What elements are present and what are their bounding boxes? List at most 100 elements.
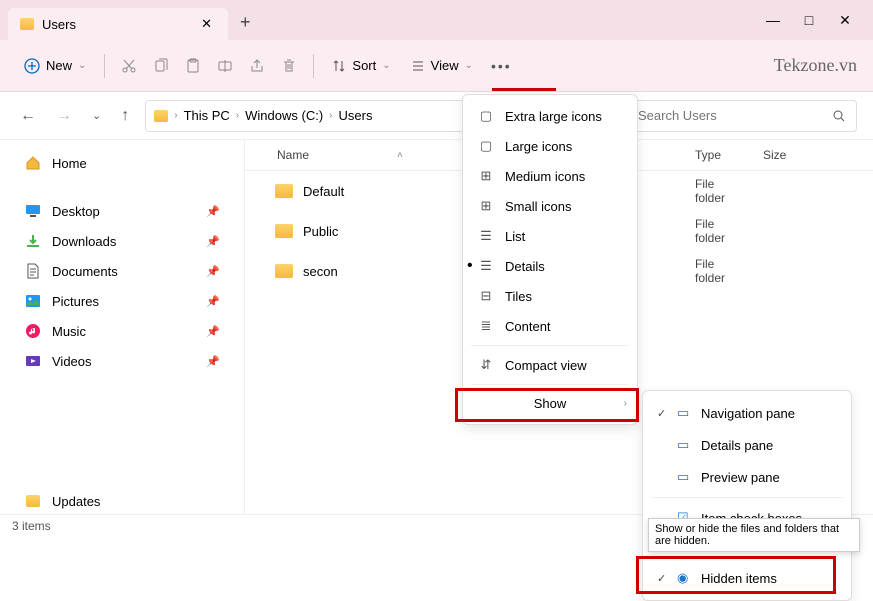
file-name: secon bbox=[303, 264, 338, 279]
title-bar: Users ✕ + — □ ✕ bbox=[0, 0, 873, 40]
music-icon bbox=[24, 322, 42, 340]
window-controls: — □ ✕ bbox=[765, 12, 873, 29]
sidebar-item-desktop[interactable]: Desktop 📌 bbox=[0, 196, 244, 226]
sidebar-item-label: Updates bbox=[52, 494, 100, 509]
item-count: 3 items bbox=[12, 519, 51, 533]
tooltip: Show or hide the files and folders that … bbox=[648, 518, 860, 552]
folder-icon bbox=[20, 18, 34, 30]
close-button[interactable]: ✕ bbox=[837, 12, 853, 29]
show-option-navigation[interactable]: ✓▭Navigation pane bbox=[643, 397, 851, 429]
home-icon bbox=[24, 154, 42, 172]
tab-title: Users bbox=[42, 17, 76, 32]
toolbar: New ⌄ Sort ⌄ View ⌄ ••• Tekzone.vn bbox=[0, 40, 873, 92]
tiles-icon: ⊟ bbox=[477, 288, 495, 304]
folder-icon bbox=[24, 492, 42, 510]
file-type: File folder bbox=[625, 257, 745, 285]
list-icon: ☰ bbox=[477, 228, 495, 244]
new-label: New bbox=[46, 58, 72, 73]
sidebar-item-label: Downloads bbox=[52, 234, 116, 249]
new-tab-button[interactable]: + bbox=[228, 12, 263, 33]
grid-icon: ▢ bbox=[477, 108, 495, 124]
view-option-list[interactable]: ☰List bbox=[463, 221, 637, 251]
sidebar-item-pictures[interactable]: Pictures 📌 bbox=[0, 286, 244, 316]
document-icon bbox=[24, 262, 42, 280]
view-highlight bbox=[492, 88, 556, 91]
file-name: Default bbox=[303, 184, 344, 199]
sidebar-item-downloads[interactable]: Downloads 📌 bbox=[0, 226, 244, 256]
search-input[interactable] bbox=[638, 108, 832, 123]
breadcrumb-item[interactable]: Windows (C:) bbox=[245, 108, 323, 123]
grid-icon: ⊞ bbox=[477, 198, 495, 214]
back-button[interactable]: ← bbox=[16, 103, 40, 129]
sidebar: Home Desktop 📌 Downloads 📌 Documents 📌 P… bbox=[0, 140, 245, 520]
sidebar-item-label: Desktop bbox=[52, 204, 100, 219]
view-label: View bbox=[431, 58, 459, 73]
view-option-extra-large[interactable]: ▢Extra large icons bbox=[463, 101, 637, 131]
view-option-compact[interactable]: ⇵Compact view bbox=[463, 350, 637, 380]
more-button[interactable]: ••• bbox=[485, 52, 518, 80]
recent-button[interactable]: ⌄ bbox=[88, 105, 105, 126]
up-button[interactable]: ↑ bbox=[117, 103, 133, 129]
chevron-right-icon: › bbox=[624, 398, 627, 409]
pane-icon: ▭ bbox=[677, 405, 693, 421]
pin-icon: 📌 bbox=[206, 295, 220, 308]
sort-indicator-icon: ˄ bbox=[397, 150, 403, 161]
maximize-button[interactable]: □ bbox=[801, 12, 817, 29]
cut-button[interactable] bbox=[115, 52, 143, 80]
view-option-large[interactable]: ▢Large icons bbox=[463, 131, 637, 161]
watermark: Tekzone.vn bbox=[774, 55, 857, 76]
pin-icon: 📌 bbox=[206, 235, 220, 248]
view-option-tiles[interactable]: ⊟Tiles bbox=[463, 281, 637, 311]
file-name: Public bbox=[303, 224, 338, 239]
list-icon: ☰ bbox=[477, 258, 495, 274]
tab-close-button[interactable]: ✕ bbox=[197, 16, 216, 32]
delete-button[interactable] bbox=[275, 52, 303, 80]
pin-icon: 📌 bbox=[206, 205, 220, 218]
desktop-icon bbox=[24, 202, 42, 220]
sidebar-item-documents[interactable]: Documents 📌 bbox=[0, 256, 244, 286]
picture-icon bbox=[24, 292, 42, 310]
file-type: File folder bbox=[625, 217, 745, 245]
sidebar-item-label: Music bbox=[52, 324, 86, 339]
view-button[interactable]: View ⌄ bbox=[403, 54, 481, 77]
search-box[interactable] bbox=[627, 100, 857, 132]
sidebar-item-videos[interactable]: Videos 📌 bbox=[0, 346, 244, 376]
show-option-preview-pane[interactable]: ▭Preview pane bbox=[643, 461, 851, 493]
view-option-details[interactable]: •☰Details bbox=[463, 251, 637, 281]
download-icon bbox=[24, 232, 42, 250]
sidebar-home[interactable]: Home bbox=[0, 148, 244, 178]
view-option-medium[interactable]: ⊞Medium icons bbox=[463, 161, 637, 191]
forward-button[interactable]: → bbox=[52, 103, 76, 129]
sort-button[interactable]: Sort ⌄ bbox=[324, 54, 398, 77]
sidebar-item-updates[interactable]: Updates bbox=[0, 486, 244, 516]
show-submenu: ✓▭Navigation pane ▭Details pane ▭Preview… bbox=[642, 390, 852, 601]
search-icon bbox=[832, 109, 846, 123]
new-button[interactable]: New ⌄ bbox=[16, 54, 94, 78]
paste-button[interactable] bbox=[179, 52, 207, 80]
chevron-right-icon: › bbox=[327, 110, 334, 121]
share-button[interactable] bbox=[243, 52, 271, 80]
sidebar-item-label: Documents bbox=[52, 264, 118, 279]
breadcrumb-item[interactable]: This PC bbox=[184, 108, 230, 123]
chevron-down-icon: ⌄ bbox=[382, 60, 390, 71]
minimize-button[interactable]: — bbox=[765, 12, 781, 29]
copy-button[interactable] bbox=[147, 52, 175, 80]
pane-icon: ▭ bbox=[677, 437, 693, 453]
grid-icon: ▢ bbox=[477, 138, 495, 154]
show-option-details-pane[interactable]: ▭Details pane bbox=[643, 429, 851, 461]
check-icon: ✓ bbox=[657, 572, 669, 585]
folder-icon bbox=[154, 110, 168, 122]
breadcrumb-item[interactable]: Users bbox=[339, 108, 373, 123]
type-column-header[interactable]: Type bbox=[625, 148, 745, 162]
active-tab[interactable]: Users ✕ bbox=[8, 8, 228, 40]
video-icon bbox=[24, 352, 42, 370]
sidebar-item-music[interactable]: Music 📌 bbox=[0, 316, 244, 346]
view-option-content[interactable]: ≣Content bbox=[463, 311, 637, 341]
view-option-show[interactable]: Show› bbox=[463, 389, 637, 418]
rename-button[interactable] bbox=[211, 52, 239, 80]
bullet-icon: • bbox=[467, 257, 473, 275]
size-column-header[interactable]: Size bbox=[745, 148, 825, 162]
chevron-down-icon: ⌄ bbox=[465, 60, 473, 71]
view-option-small[interactable]: ⊞Small icons bbox=[463, 191, 637, 221]
show-option-hidden-items[interactable]: ✓◉Hidden items bbox=[643, 562, 851, 594]
